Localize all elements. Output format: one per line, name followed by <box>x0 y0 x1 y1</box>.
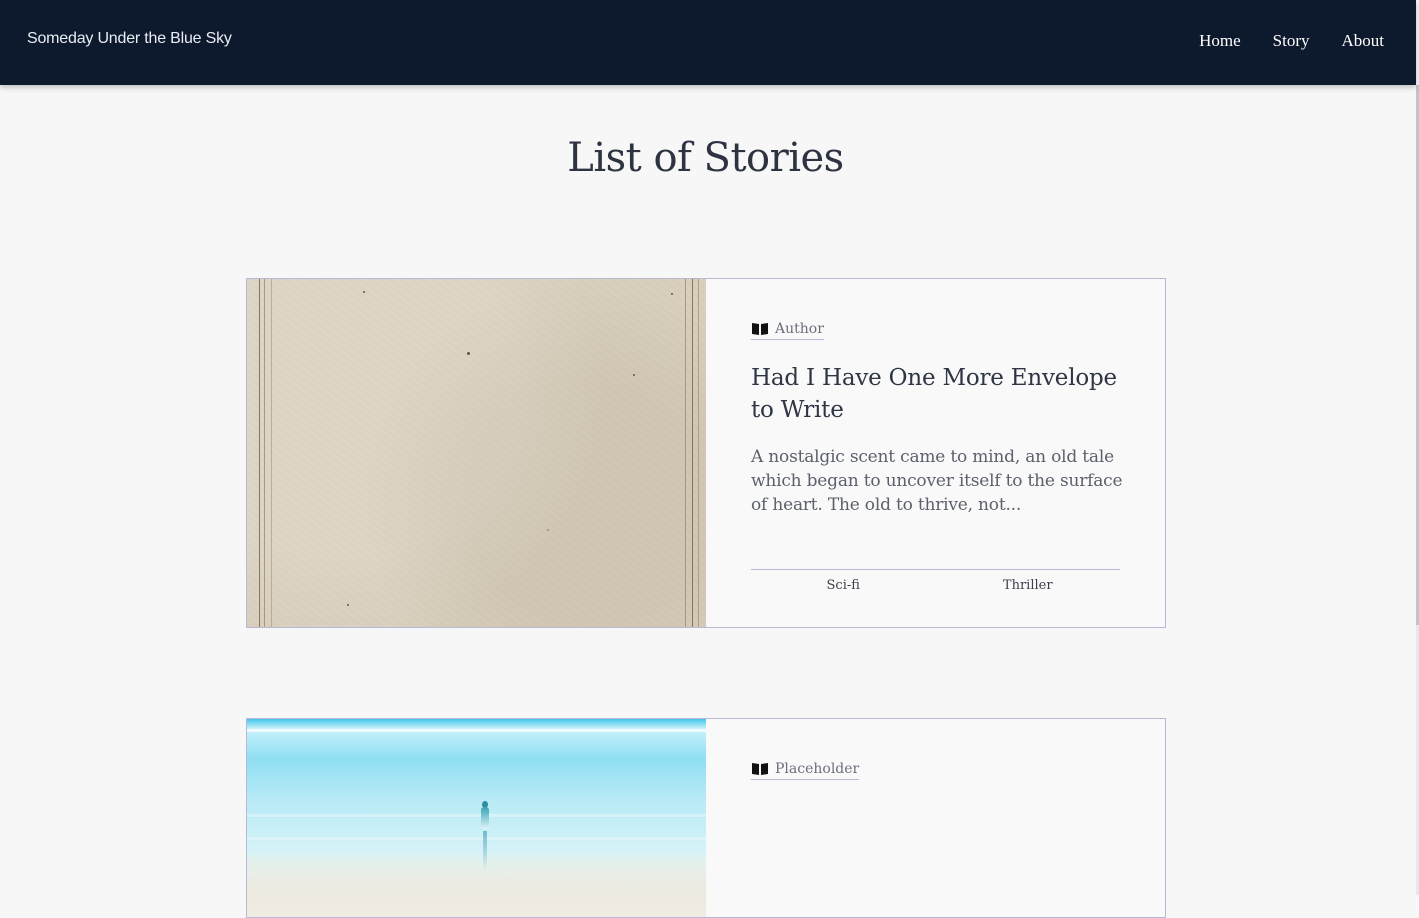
story-card-body: Author Had I Have One More Envelope to W… <box>706 279 1165 627</box>
story-card[interactable]: Placeholder <box>246 718 1166 918</box>
story-cover-image[interactable] <box>247 719 706 917</box>
story-author-tag[interactable]: Placeholder <box>751 761 860 780</box>
story-genres: Sci-fi Thriller <box>751 569 1120 593</box>
book-icon <box>752 323 768 335</box>
story-card[interactable]: Author Had I Have One More Envelope to W… <box>246 278 1166 628</box>
story-author-tag[interactable]: Author <box>751 321 824 340</box>
nav-story-link[interactable]: Story <box>1273 31 1310 51</box>
page-title: List of Stories <box>567 135 844 181</box>
story-excerpt: A nostalgic scent came to mind, an old t… <box>751 447 1123 515</box>
nav-home-link[interactable]: Home <box>1199 31 1241 51</box>
story-title[interactable]: Had I Have One More Envelope to Write <box>751 362 1131 426</box>
story-tag-label: Placeholder <box>775 761 860 777</box>
figure-illustration <box>481 801 489 871</box>
top-navbar: Someday Under the Blue Sky Home Story Ab… <box>0 0 1416 85</box>
story-tag-label: Author <box>775 321 824 337</box>
nav-about-link[interactable]: About <box>1342 31 1385 51</box>
story-cover-image[interactable] <box>247 279 706 627</box>
site-brand[interactable]: Someday Under the Blue Sky <box>27 30 232 48</box>
story-card-body: Placeholder <box>706 719 1165 917</box>
genre-tag-sci-fi[interactable]: Sci-fi <box>751 570 936 593</box>
main-nav: Home Story About <box>1199 31 1384 51</box>
book-icon <box>752 763 768 775</box>
genre-tag-thriller[interactable]: Thriller <box>936 570 1121 593</box>
